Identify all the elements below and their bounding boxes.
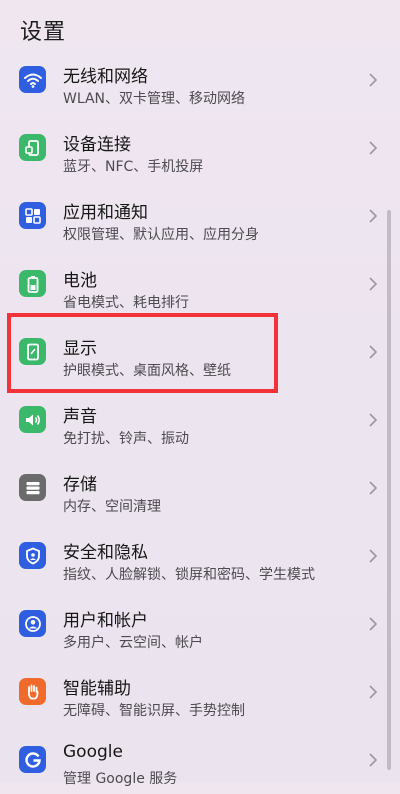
settings-list: 无线和网络 WLAN、双卡管理、移动网络 设备连接 蓝牙、NFC、手机投屏 应用… xyxy=(0,46,400,794)
chevron-right-icon xyxy=(368,478,378,498)
settings-item-subtitle: WLAN、双卡管理、移动网络 xyxy=(63,91,246,107)
settings-item-subtitle: 指纹、人脸解锁、锁屏和密码、学生模式 xyxy=(63,567,315,583)
settings-item-title: 安全和隐私 xyxy=(63,543,148,563)
page-title: 设置 xyxy=(20,20,67,45)
settings-item-google[interactable]: Google 管理 Google 服务 xyxy=(0,726,400,794)
chevron-right-icon xyxy=(368,138,378,158)
settings-item-sound[interactable]: 声音 免打扰、铃声、振动 xyxy=(0,386,400,454)
settings-item-subtitle: 省电模式、耗电排行 xyxy=(63,295,189,311)
battery-icon xyxy=(19,270,46,297)
chevron-right-icon xyxy=(368,274,378,294)
settings-item-apps-notifications[interactable]: 应用和通知 权限管理、默认应用、应用分身 xyxy=(0,182,400,250)
storage-icon xyxy=(19,474,46,501)
sound-icon xyxy=(19,406,46,433)
settings-item-title: 存储 xyxy=(63,475,97,495)
settings-item-battery[interactable]: 电池 省电模式、耗电排行 xyxy=(0,250,400,318)
settings-item-title: Google xyxy=(63,742,123,762)
settings-item-subtitle: 管理 Google 服务 xyxy=(63,771,178,787)
settings-item-users-accounts[interactable]: 用户和帐户 多用户、云空间、帐户 xyxy=(0,590,400,658)
display-icon xyxy=(19,338,46,365)
settings-item-subtitle: 权限管理、默认应用、应用分身 xyxy=(63,227,259,243)
settings-item-display[interactable]: 显示 护眼模式、桌面风格、壁纸 xyxy=(0,318,400,386)
shield-icon xyxy=(19,542,46,569)
settings-item-title: 电池 xyxy=(63,271,97,291)
device-link-icon xyxy=(19,134,46,161)
settings-item-smart-assist[interactable]: 智能辅助 无障碍、智能识屏、手势控制 xyxy=(0,658,400,726)
scrollbar[interactable] xyxy=(387,210,391,770)
settings-item-subtitle: 无障碍、智能识屏、手势控制 xyxy=(63,703,245,719)
google-icon xyxy=(19,746,46,773)
chevron-right-icon xyxy=(368,750,378,770)
chevron-right-icon xyxy=(368,614,378,634)
settings-item-title: 无线和网络 xyxy=(63,67,148,87)
hand-icon xyxy=(19,678,46,705)
settings-item-subtitle: 多用户、云空间、帐户 xyxy=(63,635,203,651)
settings-item-title: 应用和通知 xyxy=(63,203,148,223)
settings-item-security-privacy[interactable]: 安全和隐私 指纹、人脸解锁、锁屏和密码、学生模式 xyxy=(0,522,400,590)
settings-item-title: 设备连接 xyxy=(63,135,131,155)
settings-item-subtitle: 蓝牙、NFC、手机投屏 xyxy=(63,159,204,175)
settings-item-subtitle: 内存、空间清理 xyxy=(63,499,161,515)
settings-item-subtitle: 护眼模式、桌面风格、壁纸 xyxy=(63,363,231,379)
apps-icon xyxy=(19,202,46,229)
settings-item-title: 显示 xyxy=(63,339,97,359)
wifi-icon xyxy=(19,66,46,93)
chevron-right-icon xyxy=(368,546,378,566)
settings-item-device-connection[interactable]: 设备连接 蓝牙、NFC、手机投屏 xyxy=(0,114,400,182)
settings-item-title: 智能辅助 xyxy=(63,679,131,699)
chevron-right-icon xyxy=(368,206,378,226)
chevron-right-icon xyxy=(368,70,378,90)
settings-item-subtitle: 免打扰、铃声、振动 xyxy=(63,431,189,447)
chevron-right-icon xyxy=(368,342,378,362)
settings-item-title: 用户和帐户 xyxy=(63,611,148,631)
settings-item-wireless-network[interactable]: 无线和网络 WLAN、双卡管理、移动网络 xyxy=(0,46,400,114)
chevron-right-icon xyxy=(368,682,378,702)
settings-item-title: 声音 xyxy=(63,407,97,427)
settings-item-storage[interactable]: 存储 内存、空间清理 xyxy=(0,454,400,522)
chevron-right-icon xyxy=(368,410,378,430)
user-icon xyxy=(19,610,46,637)
